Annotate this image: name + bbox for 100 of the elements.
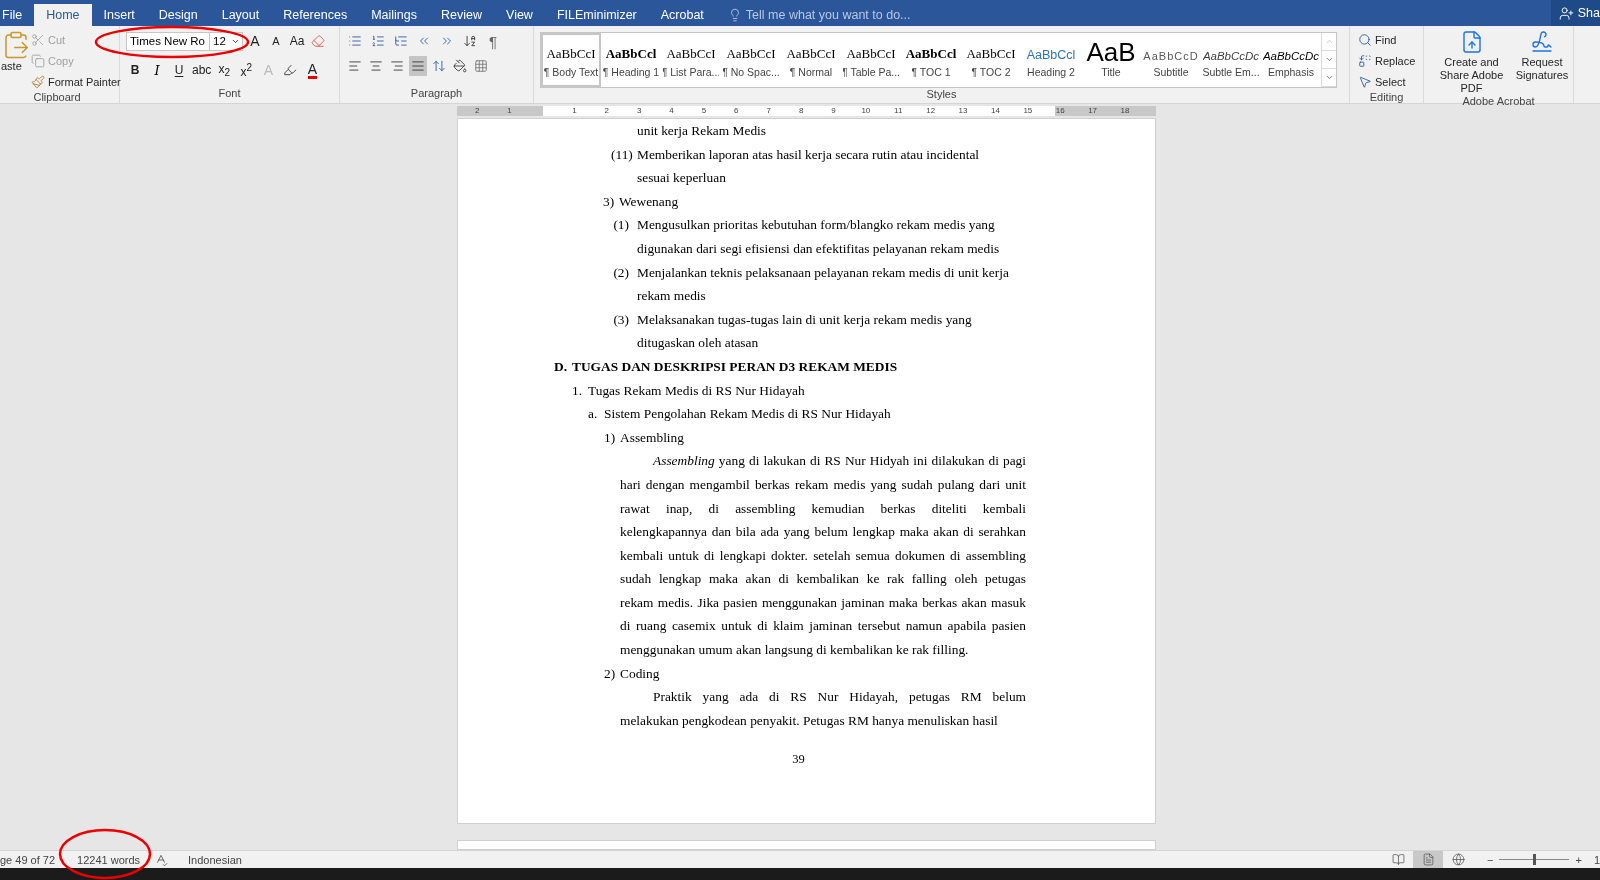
group-label: Font: [217, 87, 242, 101]
zoom-in-button[interactable]: +: [1575, 853, 1582, 866]
list-item-text: Assembling: [620, 428, 685, 447]
list-number: 1.: [572, 381, 584, 400]
share-button[interactable]: Sha: [1550, 0, 1600, 26]
list-item-text: Coding: [620, 664, 661, 683]
list-number: (1): [612, 216, 630, 235]
list-number: 1): [604, 428, 617, 447]
align-icon: [348, 59, 362, 73]
pointer-icon: [1358, 74, 1372, 89]
list-item-text: Wewenang: [619, 192, 680, 211]
ribbon-tab[interactable]: Acrobat: [648, 4, 716, 26]
format-button[interactable]: x$^{2}$: [237, 60, 256, 80]
list-number: (3): [612, 310, 630, 329]
book-icon: [1391, 853, 1405, 866]
ribbon-tab[interactable]: View: [494, 4, 545, 26]
style-item[interactable]: AaBbCcDc Subtle Em...: [1201, 33, 1261, 87]
group-label: Styles: [925, 88, 958, 102]
zoom-slider[interactable]: [1499, 854, 1570, 865]
acrobat-button[interactable]: Create and Share Adobe PDF: [1430, 30, 1513, 95]
highlighter-icon: [283, 63, 298, 77]
acrobat-button[interactable]: Request Signatures: [1517, 30, 1567, 95]
shrink-font-button[interactable]: A: [267, 31, 285, 51]
ribbon-tab[interactable]: Home: [34, 4, 92, 26]
grow-font-button[interactable]: A: [246, 31, 264, 51]
ruler: 2 1 1 2 3 4 5 6 7 8 9 10 11 12 13 14 15 16 17 18: [457, 106, 1156, 116]
list-number: (11): [611, 145, 634, 164]
style-item[interactable]: AaBbCcI ¶ TOC 2: [961, 33, 1021, 87]
paragraph-line: menggunakan umum akan langsung di kembalikan ke rak filling.: [620, 641, 970, 660]
format-button[interactable]: abc: [192, 60, 212, 80]
paragraph-line: kelengkapannya dan bila ada yang belum lengkap maka akan di serahkan: [620, 523, 1026, 542]
paragraph-line: rawat inap, di assembling kemudian berkas diteliti kembali: [620, 499, 1026, 518]
paragraph-line: melakukan pengkodean penyakit. Petugas RM hanya menuliskan hasil: [620, 711, 999, 730]
line-spacing-icon: [432, 59, 446, 73]
style-item[interactable]: AaBbCcDc Emphasis: [1261, 33, 1321, 87]
style-item[interactable]: AaBbCcD Subtitle: [1141, 33, 1201, 87]
format-button[interactable]: x$_{2}$: [215, 60, 234, 80]
ribbon-tab[interactable]: Design: [146, 4, 210, 26]
align-button[interactable]: [409, 56, 427, 76]
style-item[interactable]: AaBbCcI ¶ Body Text: [541, 33, 601, 87]
list-item-text: Mengusulkan prioritas kebutuhan form/blangko rekam medis yang: [637, 216, 996, 235]
list-item-text: Menjalankan teknis pelaksanaan pelayanan rekam medis di unit kerja: [637, 263, 1010, 282]
multilevel-list-icon: [394, 34, 408, 48]
font-name-field[interactable]: Times New Ro: [126, 31, 210, 51]
ribbon-tab[interactable]: Review: [429, 4, 494, 26]
bullet-list-icon: [348, 34, 362, 48]
style-item[interactable]: AaBbCcl ¶ Heading 1: [601, 33, 661, 87]
style-item[interactable]: AaBbCcl Heading 2: [1021, 33, 1081, 87]
font-color-button[interactable]: A: [303, 60, 322, 80]
scissors-icon: [31, 32, 45, 47]
sort-icon: [463, 34, 477, 48]
paragraph-line: kembali untuk di lengkapi dokter. setelah semua dokumen di assembling: [620, 546, 1026, 565]
list-number: 3): [603, 192, 616, 211]
style-item[interactable]: AaBbCcI ¶ Table Pa...: [841, 33, 901, 87]
numbered-list-icon: [371, 34, 385, 48]
zoom-level[interactable]: 1: [1593, 853, 1600, 866]
paragraph-line: sudah lengkap maka akan di kembalikan ke rak falling oleh petugas: [620, 570, 1026, 589]
section-heading: TUGAS DAN DESKRIPSI PERAN D3 REKAM MEDIS: [572, 357, 899, 376]
list-item-text: Melaksanakan tugas-tugas lain di unit kerja rekam medis yang: [637, 310, 973, 329]
paint-bucket-icon: [453, 59, 467, 73]
tell-me-field[interactable]: Tell me what you want to do...: [727, 4, 911, 26]
ribbon-tab[interactable]: Insert: [91, 4, 147, 26]
style-item[interactable]: AaBbCcI ¶ Normal: [781, 33, 841, 87]
list-item-text: digunakan dari segi efisiensi dan efektifitas pelayanan rekam medis: [637, 239, 1001, 258]
paste-button[interactable]: aste: [1, 30, 27, 91]
borders-icon: [474, 59, 488, 73]
signature-icon: [1530, 30, 1554, 54]
list-number: D.: [554, 357, 569, 376]
format-button[interactable]: I: [148, 60, 166, 80]
style-item[interactable]: AaB Title: [1081, 33, 1141, 87]
zoom-out-button[interactable]: −: [1487, 853, 1494, 866]
ribbon-tab[interactable]: FILEminimizer: [544, 4, 649, 26]
change-case-button[interactable]: Aa: [288, 31, 306, 51]
increase-indent-icon: [440, 34, 454, 48]
page-count[interactable]: ge 49 of 72: [0, 853, 56, 866]
list-item-text: rekam medis: [637, 287, 707, 306]
style-item[interactable]: AaBbCcl ¶ TOC 1: [901, 33, 961, 87]
ribbon-tab[interactable]: Mailings: [359, 4, 429, 26]
view-button[interactable]: [1413, 851, 1443, 868]
ribbon-tab[interactable]: References: [271, 4, 360, 26]
editing-button[interactable]: Select: [1356, 72, 1408, 91]
editing-button[interactable]: Replace: [1356, 51, 1418, 70]
language-label[interactable]: Indonesian: [188, 853, 242, 866]
show-formatting-button[interactable]: ¶: [484, 31, 502, 51]
ribbon-tab[interactable]: Layout: [209, 4, 272, 26]
style-item[interactable]: AaBbCcI ¶ No Spac...: [721, 33, 781, 87]
ribbon-tab[interactable]: File: [0, 4, 35, 26]
clipboard-button[interactable]: Format Painter: [29, 72, 123, 91]
list-item-text: Tugas Rekam Medis di RS Nur Hidayah: [588, 381, 806, 400]
editing-button[interactable]: Find: [1356, 30, 1399, 49]
paragraph-line: Assembling yang di lakukan di RS Nur Hidyah ini dilakukan di pagi: [651, 452, 1026, 471]
zoom-thumb[interactable]: [1533, 854, 1537, 865]
word-count[interactable]: 12241 words: [77, 853, 141, 866]
spell-check-icon[interactable]: [154, 852, 169, 867]
format-button[interactable]: U: [170, 60, 188, 80]
globe-icon: [1451, 853, 1465, 866]
align-icon: [369, 59, 383, 73]
list-item-text: sesuai keperluan: [637, 169, 727, 188]
list-item-text: Memberikan laporan atas hasil kerja secara rutin atau incidental: [637, 145, 981, 164]
format-button[interactable]: B: [126, 60, 144, 80]
